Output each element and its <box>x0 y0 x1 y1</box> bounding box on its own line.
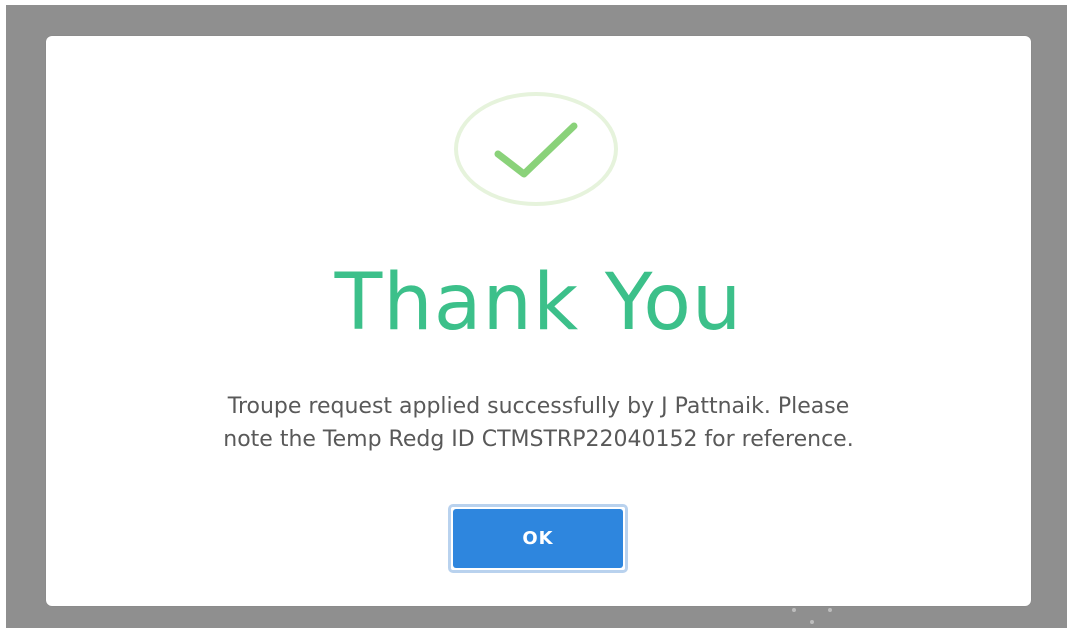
dialog-message-line-2: note the Temp Redg ID CTMSTRP22040152 fo… <box>223 427 854 452</box>
dialog-message: Troupe request applied successfully by J… <box>46 390 1031 456</box>
success-dialog: Thank You Troupe request applied success… <box>46 36 1031 606</box>
success-badge <box>454 92 618 206</box>
loading-dots <box>790 606 840 626</box>
ok-button-label: OK <box>453 509 623 568</box>
ok-button[interactable]: OK <box>448 504 628 573</box>
checkmark-icon <box>494 122 578 178</box>
dialog-title: Thank You <box>334 258 743 348</box>
dialog-message-line-1: Troupe request applied successfully by J… <box>227 394 850 419</box>
